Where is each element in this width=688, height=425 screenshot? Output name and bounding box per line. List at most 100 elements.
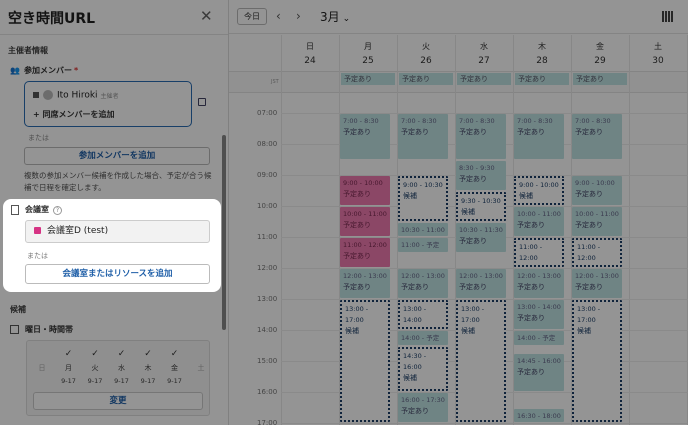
weekday-0[interactable]: 日 (29, 349, 55, 387)
busy-event[interactable]: 12:00 - 13:00 予定あり (514, 269, 564, 298)
weekday-1[interactable]: ✓ 月 9-17 (56, 349, 82, 387)
busy-event[interactable]: 11:00 - 12:00 予定あり (340, 238, 390, 267)
event-label: 候補 (403, 192, 417, 200)
weekday-3[interactable]: ✓ 水 9-17 (109, 349, 135, 387)
event-label: 予定あり (459, 236, 487, 245)
weekday-2[interactable]: ✓ 火 9-17 (82, 349, 108, 387)
candidate-slot[interactable]: 11:00 - 12:00 候補 (514, 238, 564, 267)
change-button[interactable]: 変更 (33, 392, 203, 410)
chevron-left-icon[interactable]: ‹ (276, 8, 281, 24)
check-icon (188, 349, 214, 361)
busy-event[interactable]: 10:00 - 11:00 予定あり (572, 207, 622, 236)
hour-label: 15:00 (257, 357, 278, 365)
calendar-toolbar: 今日 ‹ › 3月 ⌄ (229, 0, 688, 34)
busy-event[interactable]: 12:00 - 13:00 予定あり (572, 269, 622, 298)
busy-event[interactable]: 14:00 - 予定 (398, 331, 448, 345)
day-header[interactable]: 金 29 (571, 41, 629, 66)
busy-event[interactable]: 7:00 - 8:30 予定あり (514, 114, 564, 159)
event-time: 12:00 - 13:00 (401, 272, 445, 280)
weekday-6[interactable]: 土 (188, 349, 214, 387)
candidate-section-label: 候補 (10, 305, 26, 314)
day-header[interactable]: 木 28 (513, 41, 571, 66)
busy-event[interactable]: 14:00 - 予定 (514, 331, 564, 345)
event-label: 予定あり (401, 128, 429, 136)
allday-event[interactable]: 予定あり (341, 73, 395, 85)
column-divider (629, 35, 630, 425)
busy-event[interactable]: 14:45 - 16:00 予定あり (514, 354, 564, 391)
add-room-button[interactable]: 会議室またはリソースを追加 (25, 264, 210, 284)
event-label: 予定あり (517, 128, 545, 136)
event-time: 13:00 - 14:00 (403, 305, 427, 324)
event-label: 予定あり (343, 221, 371, 229)
add-members-button[interactable]: 参加メンバーを追加 (24, 147, 210, 165)
day-header[interactable]: 月 25 (339, 41, 397, 66)
grid-view-icon[interactable] (662, 11, 674, 22)
allday-event[interactable]: 予定あり (399, 73, 453, 85)
day-header[interactable]: 日 24 (281, 41, 339, 66)
close-icon[interactable]: ✕ (200, 8, 213, 24)
add-peer-button[interactable]: + 同席メンバーを追加 (33, 109, 115, 120)
event-time: 11:00 - 予定あり (401, 241, 440, 249)
calendar-icon[interactable] (198, 98, 206, 106)
busy-event[interactable]: 10:30 - 11:30 予定あり (456, 222, 506, 252)
candidate-slot[interactable]: 9:00 - 10:30 候補 (398, 176, 448, 221)
candidate-slot[interactable]: 13:00 - 17:00 候補 (456, 300, 506, 422)
sidebar-scrollbar[interactable] (222, 135, 226, 330)
busy-event[interactable]: 16:30 - 18:00 予定あり (514, 408, 564, 422)
busy-event[interactable]: 7:00 - 8:30 予定あり (340, 114, 390, 159)
candidate-slot[interactable]: 11:00 - 12:00 候補 (572, 238, 622, 267)
busy-event[interactable]: 11:00 - 予定あり (398, 238, 448, 252)
busy-event[interactable]: 13:00 - 14:00 予定あり (514, 300, 564, 329)
busy-event[interactable]: 12:00 - 13:00 予定あり (398, 269, 448, 298)
weekday-name: 土 (197, 364, 205, 372)
allday-event[interactable]: 予定あり (457, 73, 511, 85)
event-time: 13:00 - 17:00 (345, 305, 369, 324)
day-header[interactable]: 水 27 (455, 41, 513, 66)
allday-event[interactable]: 予定あり (515, 73, 569, 85)
busy-event[interactable]: 10:00 - 11:00 予定あり (340, 207, 390, 236)
datetime-label: 曜日・時間帯 (10, 324, 73, 335)
busy-event[interactable]: 10:30 - 11:00 予定あり (398, 222, 448, 236)
candidate-slot[interactable]: 9:30 - 10:30 候補 (456, 191, 506, 221)
busy-event[interactable]: 12:00 - 13:00 予定あり (456, 269, 506, 298)
day-date: 27 (478, 56, 490, 66)
day-weekday: 月 (364, 42, 372, 51)
event-label: 予定あり (401, 283, 429, 291)
candidate-slot[interactable]: 9:00 - 10:00 候補 (514, 176, 564, 205)
event-label: 候補 (461, 207, 475, 216)
busy-event[interactable]: 7:00 - 8:30 予定あり (456, 114, 506, 159)
weekday-5[interactable]: ✓ 金 9-17 (162, 349, 188, 387)
busy-event[interactable]: 7:00 - 8:30 予定あり (572, 114, 622, 159)
busy-event[interactable]: 7:00 - 8:30 予定あり (398, 114, 448, 159)
chevron-right-icon[interactable]: › (296, 8, 301, 24)
event-time: 14:00 - 予定 (517, 334, 556, 342)
today-button[interactable]: 今日 (237, 8, 267, 25)
weekday-hours: 9-17 (114, 377, 129, 385)
busy-event[interactable]: 9:00 - 10:00 予定あり (572, 176, 622, 205)
candidate-slot[interactable]: 13:00 - 17:00 候補 (340, 300, 390, 422)
help-icon[interactable]: ? (53, 206, 62, 215)
busy-event[interactable]: 16:00 - 17:30 予定あり (398, 393, 448, 422)
candidate-slot[interactable]: 13:00 - 17:00 候補 (572, 300, 622, 422)
busy-event[interactable]: 10:00 - 11:00 予定あり (514, 207, 564, 236)
candidate-slot[interactable]: 14:30 - 16:00 候補 (398, 346, 448, 391)
day-header[interactable]: 土 30 (629, 41, 687, 66)
busy-event[interactable]: 12:00 - 13:00 予定あり (340, 269, 390, 298)
member-box[interactable]: Ito Hiroki 主催者 + 同席メンバーを追加 (24, 81, 192, 127)
event-label: 予定あり (517, 221, 545, 229)
allday-event[interactable]: 予定あり (573, 73, 627, 85)
busy-event[interactable]: 8:30 - 9:30 予定あり (456, 160, 506, 190)
month-selector[interactable]: 3月 ⌄ (320, 8, 350, 25)
member-org: 主催者 (100, 92, 119, 100)
sidebar-title: 空き時間URL (8, 11, 96, 27)
candidate-slot[interactable]: 13:00 - 14:00 候補 (398, 300, 448, 329)
calendar-check-icon (10, 325, 19, 334)
weekday-hours: 9-17 (61, 377, 76, 385)
chevron-down-icon: ⌄ (342, 14, 351, 24)
day-header[interactable]: 火 26 (397, 41, 455, 66)
event-label: 候補 (461, 327, 475, 335)
busy-event[interactable]: 9:00 - 10:00 予定あり (340, 176, 390, 205)
weekday-4[interactable]: ✓ 木 9-17 (135, 349, 161, 387)
room-chip[interactable]: 会議室D (test) (25, 220, 210, 243)
weekday-hours: 9-17 (167, 377, 182, 385)
